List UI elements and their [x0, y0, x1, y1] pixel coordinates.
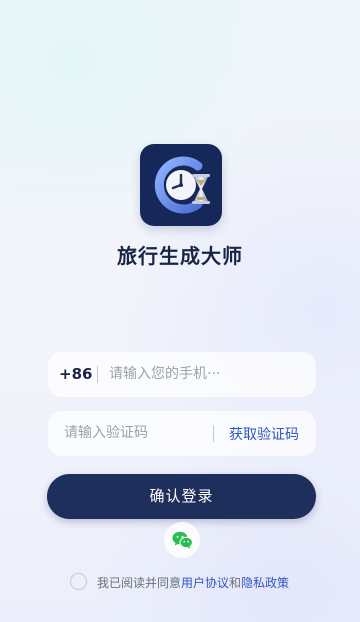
privacy-policy-link[interactable]: 隐私政策 — [241, 576, 289, 590]
phone-input[interactable] — [109, 364, 229, 384]
verification-code-field[interactable]: 获取验证码 — [48, 411, 316, 456]
confirm-login-button[interactable]: 确认登录 — [47, 474, 316, 519]
divider — [213, 425, 214, 442]
app-logo — [140, 144, 222, 226]
agreement-prefix: 我已阅读并同意 — [97, 576, 182, 590]
country-code-selector[interactable]: +86 — [59, 365, 92, 383]
wechat-login-button[interactable] — [164, 522, 200, 558]
clock-hourglass-icon — [154, 156, 210, 214]
phone-field[interactable]: +86 — [48, 352, 316, 397]
wechat-icon — [172, 531, 193, 549]
agreement-connector: 和 — [229, 576, 242, 590]
app-title: 旅行生成大师 — [117, 244, 243, 268]
agreement-text: 我已阅读并同意用户协议和隐私政策 — [97, 574, 289, 591]
get-code-button[interactable]: 获取验证码 — [229, 424, 299, 444]
divider — [97, 366, 98, 383]
agreement-checkbox[interactable] — [70, 573, 87, 590]
user-agreement-link[interactable]: 用户协议 — [181, 576, 229, 590]
verification-code-input[interactable] — [64, 423, 204, 443]
